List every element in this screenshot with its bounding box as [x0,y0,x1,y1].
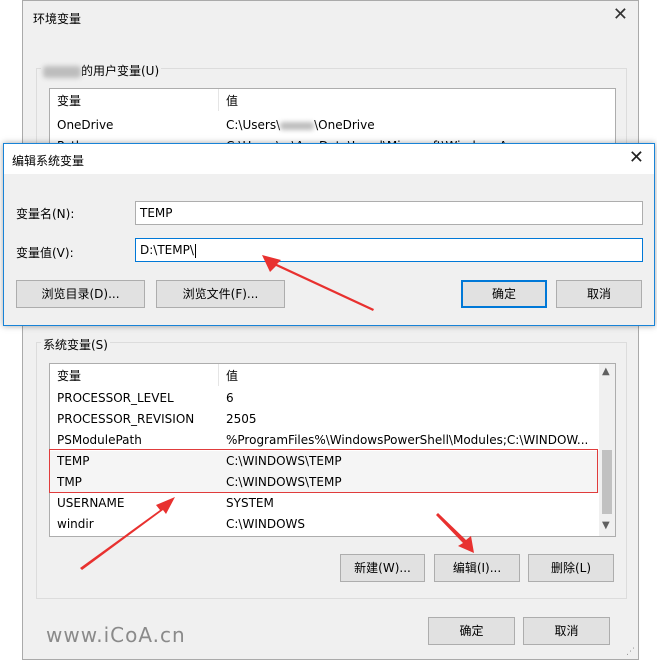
annotation-arrows [80,255,474,570]
watermark: www.iCoA.cn [46,623,186,647]
arrow-to-edit-button [436,513,474,553]
arrow-to-temp-row [80,497,175,570]
arrow-to-value-field [262,255,374,311]
